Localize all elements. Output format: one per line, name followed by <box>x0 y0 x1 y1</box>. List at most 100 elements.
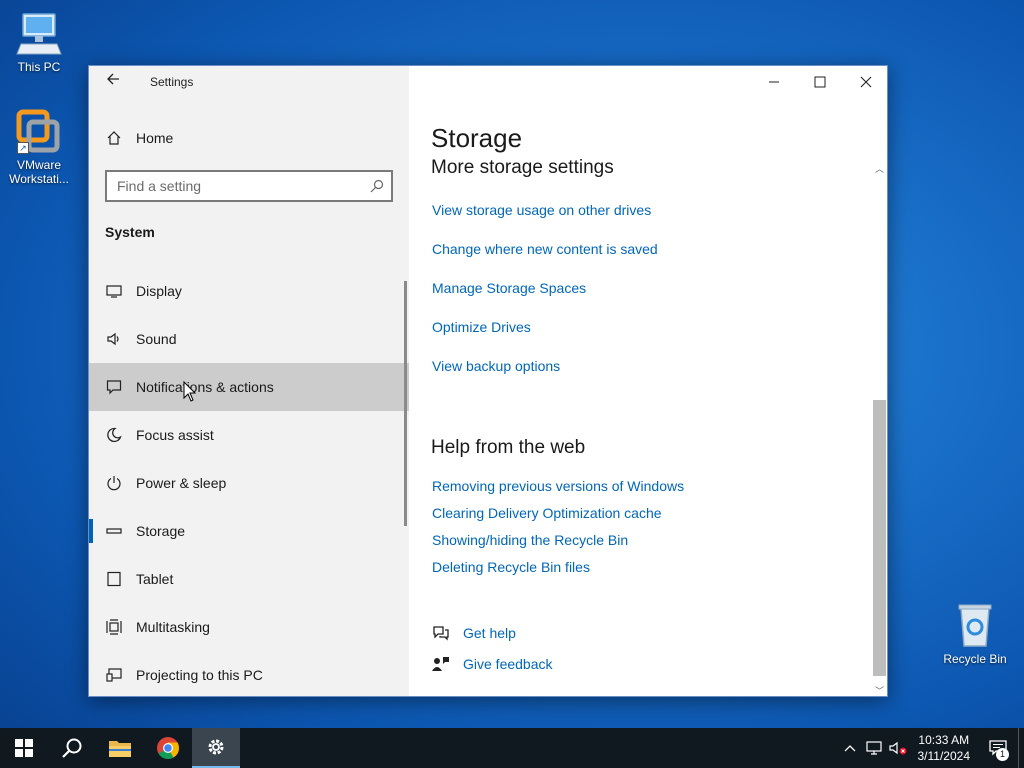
sidebar-item-label: Projecting to this PC <box>136 667 263 683</box>
shortcut-arrow-icon: ↗ <box>17 142 29 154</box>
settings-taskbar-button[interactable] <box>192 728 240 768</box>
sidebar-item-display[interactable]: Display <box>89 267 409 315</box>
give-feedback-row[interactable]: Give feedback <box>431 655 553 673</box>
sound-icon <box>105 330 123 348</box>
action-center-button[interactable]: 1 <box>978 728 1018 768</box>
close-icon <box>860 76 872 88</box>
display-icon <box>105 282 123 300</box>
taskbar-search-icon <box>62 738 82 758</box>
link-manage-storage-spaces[interactable]: Manage Storage Spaces <box>432 280 586 296</box>
content-pane: Storage More storage settings View stora… <box>409 66 887 696</box>
close-button[interactable] <box>843 66 889 98</box>
search-box[interactable] <box>105 170 393 202</box>
sidebar-item-power-sleep[interactable]: Power & sleep <box>89 459 409 507</box>
sidebar-item-label: Display <box>136 283 182 299</box>
multitasking-icon <box>105 618 123 636</box>
file-explorer-button[interactable] <box>96 728 144 768</box>
desktop-icon-vmware[interactable]: ↗ VMware Workstati... <box>3 108 75 186</box>
sidebar-item-label: Notifications & actions <box>136 379 274 395</box>
help-link[interactable]: Showing/hiding the Recycle Bin <box>432 532 628 548</box>
home-label: Home <box>136 130 174 146</box>
sidebar-item-label: Power & sleep <box>136 475 227 491</box>
sidebar-item-label: Sound <box>136 331 177 347</box>
windows-logo-icon <box>15 739 33 757</box>
sidebar-item-home[interactable]: Home <box>89 116 409 160</box>
scroll-up-icon[interactable]: ︿ <box>872 162 887 176</box>
sidebar: Settings Home System Display Sound Notif… <box>89 66 409 696</box>
moon-icon <box>105 426 123 444</box>
help-link[interactable]: Removing previous versions of Windows <box>432 478 684 494</box>
power-icon <box>105 474 123 492</box>
sidebar-item-label: Multitasking <box>136 619 210 635</box>
link-change-new-content-location[interactable]: Change where new content is saved <box>432 241 658 257</box>
sidebar-item-focus-assist[interactable]: Focus assist <box>89 411 409 459</box>
sidebar-item-projecting[interactable]: Projecting to this PC <box>89 651 409 699</box>
back-arrow-icon <box>107 73 119 85</box>
sidebar-item-storage[interactable]: Storage <box>89 507 409 555</box>
clock-date: 3/11/2024 <box>917 749 971 763</box>
desktop-icon-label: VMware Workstati... <box>9 158 69 186</box>
storage-icon <box>105 522 123 540</box>
feedback-icon <box>431 655 451 673</box>
sidebar-item-sound[interactable]: Sound <box>89 315 409 363</box>
desktop-icon-recycle-bin[interactable]: Recycle Bin <box>939 602 1011 666</box>
content-scrollbar[interactable]: ︿ ﹀ <box>872 162 887 698</box>
chrome-button[interactable] <box>144 728 192 768</box>
settings-window: Settings Home System Display Sound Notif… <box>88 65 888 697</box>
get-help-link[interactable]: Get help <box>463 625 516 641</box>
minimize-button[interactable] <box>751 66 797 98</box>
scroll-down-icon[interactable]: ﹀ <box>872 684 887 698</box>
give-feedback-link[interactable]: Give feedback <box>463 656 553 672</box>
recycle-bin-icon <box>951 602 999 650</box>
sidebar-item-label: Storage <box>136 523 186 539</box>
search-input[interactable] <box>107 172 357 200</box>
desktop-icon-label: Recycle Bin <box>943 652 1007 666</box>
taskbar: 10:33 AM 3/11/2024 1 <box>0 728 1024 768</box>
help-link[interactable]: Clearing Delivery Optimization cache <box>432 505 662 521</box>
sidebar-item-multitasking[interactable]: Multitasking <box>89 603 409 651</box>
volume-muted-icon[interactable] <box>886 728 910 768</box>
more-settings-heading: More storage settings <box>431 157 614 178</box>
system-tray: 10:33 AM 3/11/2024 1 <box>838 728 1024 768</box>
tablet-icon <box>105 570 123 588</box>
clock[interactable]: 10:33 AM 3/11/2024 <box>910 732 979 764</box>
help-link[interactable]: Deleting Recycle Bin files <box>432 559 590 575</box>
show-hidden-icons-chevron-up-icon[interactable] <box>838 728 862 768</box>
minimize-icon <box>769 81 779 83</box>
clock-time: 10:33 AM <box>918 733 970 747</box>
maximize-icon <box>814 76 826 88</box>
sidebar-scrollbar[interactable] <box>404 281 407 526</box>
sidebar-item-notifications[interactable]: Notifications & actions <box>89 363 409 411</box>
back-button[interactable] <box>101 72 125 92</box>
network-icon[interactable] <box>862 728 886 768</box>
get-help-row[interactable]: Get help <box>431 624 516 642</box>
chrome-icon <box>157 737 179 759</box>
link-optimize-drives[interactable]: Optimize Drives <box>432 319 531 335</box>
folder-icon <box>109 741 131 757</box>
desktop-icon-label: This PC <box>17 60 61 74</box>
search-button[interactable] <box>48 728 96 768</box>
vmware-icon: ↗ <box>15 108 63 156</box>
projecting-icon <box>105 666 123 684</box>
scroll-thumb[interactable] <box>873 400 886 676</box>
section-title: System <box>105 224 155 240</box>
show-desktop-button[interactable] <box>1018 728 1024 768</box>
get-help-icon <box>431 624 451 642</box>
sidebar-item-label: Tablet <box>136 571 174 587</box>
sidebar-item-label: Focus assist <box>136 427 214 443</box>
selection-indicator <box>89 519 93 543</box>
link-view-storage-usage[interactable]: View storage usage on other drives <box>432 202 651 218</box>
link-view-backup-options[interactable]: View backup options <box>432 358 560 374</box>
window-title: Settings <box>150 75 194 89</box>
help-heading: Help from the web <box>431 437 586 458</box>
this-pc-icon <box>15 10 63 58</box>
notifications-icon <box>105 378 123 396</box>
desktop-icon-this-pc[interactable]: This PC <box>3 10 75 74</box>
start-button[interactable] <box>0 728 48 768</box>
notification-count-badge: 1 <box>996 748 1009 761</box>
mouse-cursor-icon <box>183 381 197 402</box>
maximize-button[interactable] <box>797 66 843 98</box>
page-title: Storage <box>431 123 523 153</box>
search-icon[interactable] <box>369 178 385 194</box>
sidebar-item-tablet[interactable]: Tablet <box>89 555 409 603</box>
